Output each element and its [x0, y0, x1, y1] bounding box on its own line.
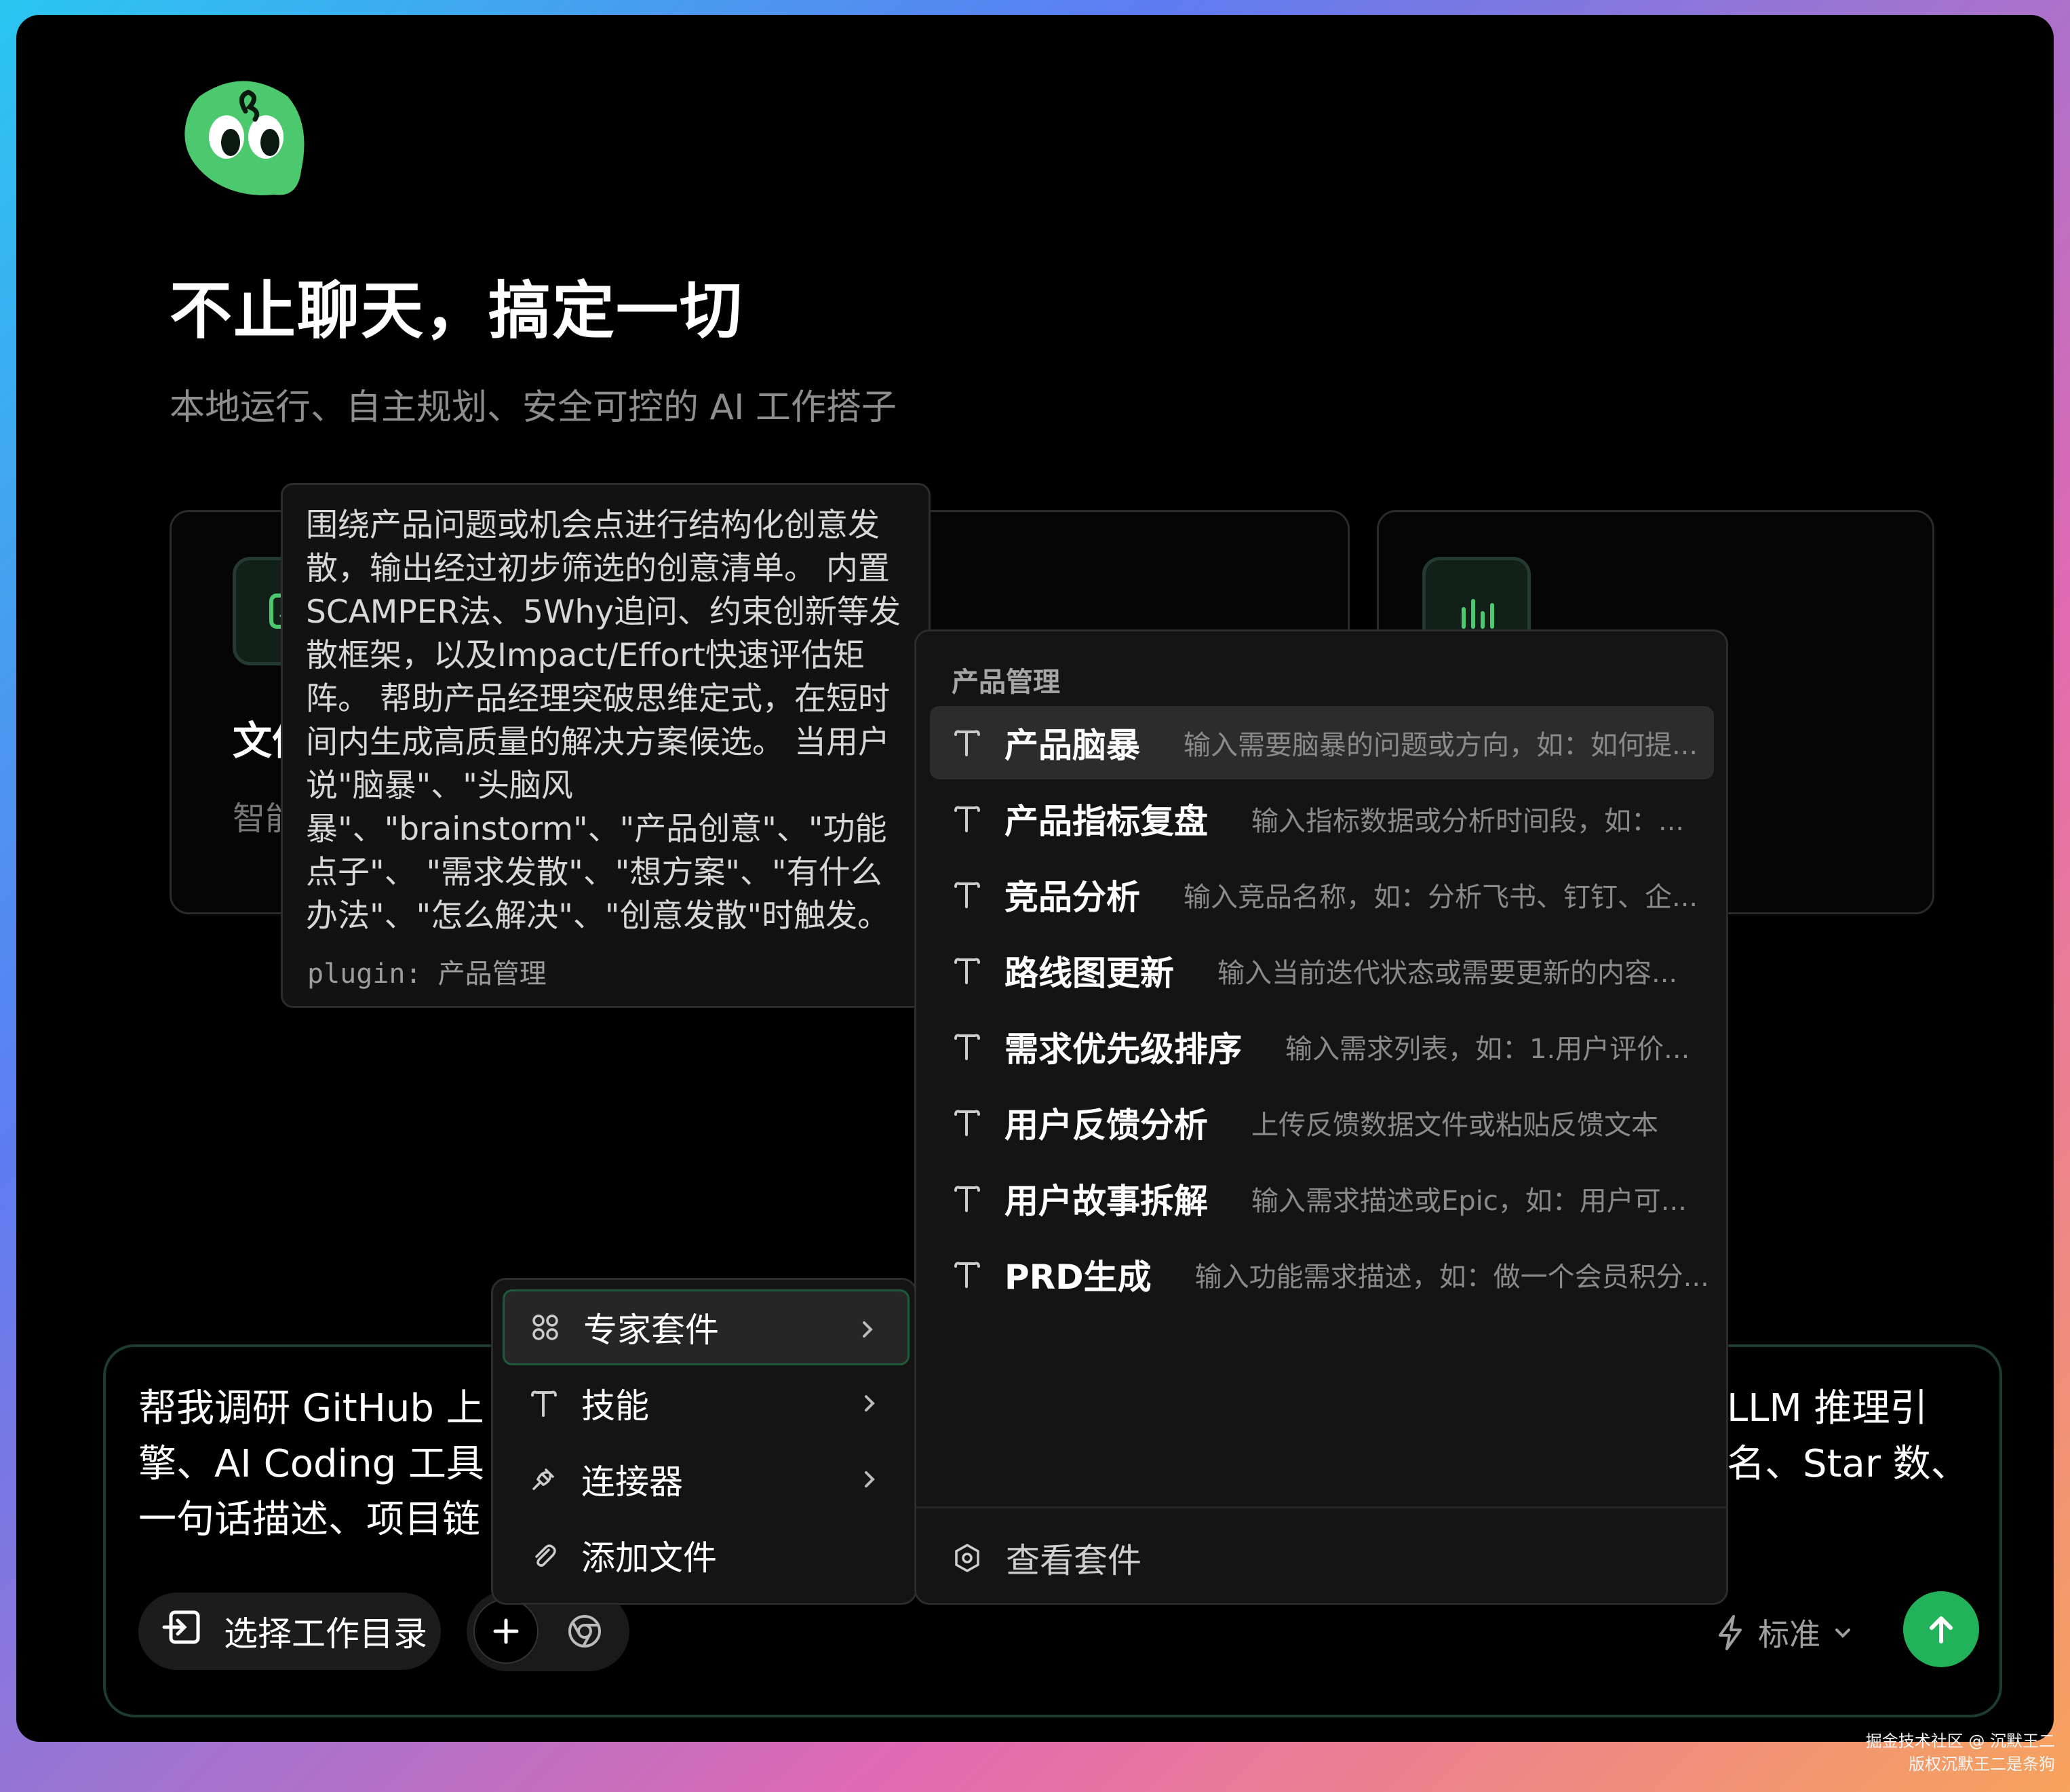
submenu-item-name: 需求优先级排序 — [1004, 1030, 1242, 1069]
prompt-text-right[interactable]: LLM 推理引 名、Star 数、 — [1727, 1381, 1978, 1492]
menu-item-connectors[interactable]: 连接器 — [503, 1441, 910, 1517]
submenu-item-hint: 输入竞品名称，如：分析飞书、钉钉、企... — [1184, 882, 1698, 913]
prompt-text-left[interactable]: 帮我调研 GitHub 上 擎、AI Coding 工具 一句话描述、项目链 — [138, 1381, 505, 1548]
skill-tooltip: 围绕产品问题或机会点进行结构化创意发散，输出经过初步筛选的创意清单。 内置SCA… — [281, 483, 931, 1008]
select-directory-button[interactable]: 选择工作目录 — [138, 1593, 441, 1670]
arrow-up-icon — [1930, 1616, 1953, 1643]
skill-icon — [531, 1390, 557, 1417]
submenu-item-name: PRD生成 — [1004, 1258, 1152, 1297]
submenu-item-hint: 输入指标数据或分析时间段，如：... — [1251, 806, 1685, 837]
menu-item-expert-suite[interactable]: 专家套件 — [503, 1289, 910, 1365]
submenu-item[interactable]: PRD生成 输入功能需求描述，如：做一个会员积分... — [930, 1238, 1714, 1311]
submenu-item-name: 产品指标复盘 — [1004, 802, 1208, 841]
plus-icon — [493, 1618, 519, 1644]
submenu-item-hint: 输入需求描述或Epic，如：用户可... — [1251, 1186, 1687, 1217]
submenu-item[interactable]: 产品脑暴 输入需要脑暴的问题或方向，如：如何提... — [930, 706, 1714, 779]
chevron-right-icon — [865, 1395, 875, 1411]
chrome-icon — [568, 1615, 601, 1648]
app-logo — [172, 69, 315, 212]
add-menu: 专家套件 技能 连接器 添加文件 — [491, 1278, 917, 1605]
select-directory-label: 选择工作目录 — [224, 1614, 427, 1654]
submenu-item-name: 用户故事拆解 — [1004, 1182, 1208, 1221]
submenu-item-name: 竞品分析 — [1004, 878, 1140, 917]
submenu-item[interactable]: 路线图更新 输入当前迭代状态或需要更新的内容... — [930, 934, 1714, 1007]
skill-icon — [954, 1110, 980, 1136]
submenu-item[interactable]: 用户故事拆解 输入需求描述或Epic，如：用户可... — [930, 1162, 1714, 1235]
mode-label: 标准 — [1758, 1616, 1820, 1653]
submenu-item[interactable]: 用户反馈分析 上传反馈数据文件或粘贴反馈文本 — [930, 1086, 1714, 1159]
hero-subtitle: 本地运行、自主规划、安全可控的 AI 工作搭子 — [170, 387, 897, 428]
menu-item-label: 技能 — [581, 1386, 649, 1426]
chevron-right-icon — [863, 1321, 873, 1338]
submenu-item-name: 用户反馈分析 — [1004, 1106, 1208, 1145]
grid-icon — [532, 1314, 558, 1340]
submenu-header: 产品管理 — [952, 667, 1060, 698]
tooltip-description: 围绕产品问题或机会点进行结构化创意发散，输出经过初步筛选的创意清单。 内置SCA… — [306, 507, 901, 935]
chevron-down-icon — [1835, 1629, 1850, 1638]
submenu-divider — [916, 1506, 1726, 1508]
skill-icon — [954, 1262, 980, 1288]
submenu-item-hint: 输入当前迭代状态或需要更新的内容... — [1217, 958, 1678, 989]
skill-icon — [954, 1034, 980, 1060]
hero-title: 不止聊天，搞定一切 — [170, 275, 744, 347]
watermark: 掘金技术社区 @ 沉默王二 版权沉默王二是条狗 — [1866, 1730, 2055, 1776]
view-suites-button[interactable]: 查看套件 — [952, 1534, 1141, 1582]
skill-icon — [954, 958, 980, 984]
settings-hex-icon — [955, 1543, 979, 1573]
submenu-item-hint: 输入功能需求描述，如：做一个会员积分... — [1194, 1262, 1709, 1293]
submenu-item-name: 产品脑暴 — [1004, 726, 1140, 765]
submenu-item[interactable]: 需求优先级排序 输入需求列表，如：1.用户评价... — [930, 1010, 1714, 1083]
menu-item-label: 添加文件 — [581, 1538, 717, 1578]
folder-enter-icon — [161, 1605, 205, 1657]
watermark-line: 掘金技术社区 @ 沉默王二 — [1865, 1732, 2055, 1751]
tooltip-plugin-label: plugin: 产品管理 — [307, 958, 547, 990]
menu-item-label: 连接器 — [581, 1462, 683, 1502]
submenu-item-hint: 输入需要脑暴的问题或方向，如：如何提... — [1184, 730, 1698, 761]
lightning-icon — [1719, 1615, 1742, 1650]
view-suites-label: 查看套件 — [1006, 1541, 1141, 1580]
plug-icon — [532, 1468, 554, 1490]
send-button[interactable] — [1903, 1591, 1979, 1667]
skill-icon — [954, 1186, 980, 1212]
menu-item-add-file[interactable]: 添加文件 — [503, 1517, 910, 1593]
skill-icon — [954, 730, 980, 756]
browser-button[interactable] — [552, 1599, 617, 1664]
menu-item-skills[interactable]: 技能 — [503, 1365, 910, 1441]
submenu-item[interactable]: 竞品分析 输入竞品名称，如：分析飞书、钉钉、企... — [930, 858, 1714, 931]
submenu-item-name: 路线图更新 — [1004, 954, 1174, 993]
submenu-item-hint: 上传反馈数据文件或粘贴反馈文本 — [1251, 1110, 1658, 1141]
expert-suite-submenu: 产品管理 产品脑暴 输入需要脑暴的问题或方向，如：如何提... 产品指标复盘 输… — [914, 629, 1728, 1605]
submenu-item-hint: 输入需求列表，如：1.用户评价... — [1285, 1034, 1690, 1065]
submenu-item[interactable]: 产品指标复盘 输入指标数据或分析时间段，如：... — [930, 782, 1714, 855]
app-window: 不止聊天，搞定一切 本地运行、自主规划、安全可控的 AI 工作搭子 文件 智能 … — [16, 15, 2054, 1742]
skill-icon — [954, 882, 980, 908]
add-button[interactable] — [473, 1599, 539, 1664]
watermark-line: 版权沉默王二是条狗 — [1909, 1755, 2055, 1774]
chevron-right-icon — [865, 1471, 875, 1487]
skill-icon — [954, 806, 980, 832]
paperclip-icon — [535, 1544, 556, 1567]
menu-item-label: 专家套件 — [583, 1310, 719, 1350]
mode-selector[interactable]: 标准 — [1715, 1610, 1853, 1655]
